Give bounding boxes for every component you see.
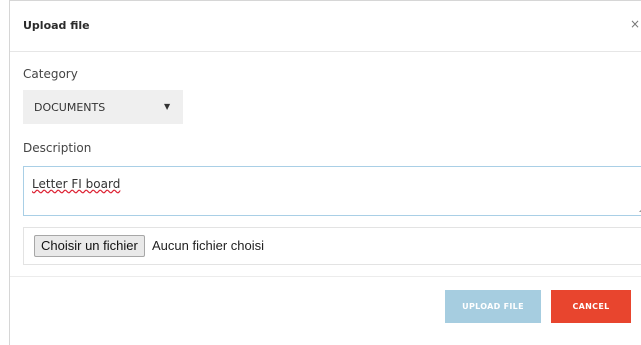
close-icon[interactable]: × <box>630 18 640 30</box>
file-status-text: Aucun fichier choisi <box>152 238 264 253</box>
footer-divider <box>10 276 641 277</box>
category-label: Category <box>23 67 78 81</box>
description-textarea[interactable]: Letter FI board ◢ <box>23 166 641 216</box>
chevron-down-icon: ▼ <box>164 102 171 111</box>
dialog-title: Upload file <box>23 19 90 32</box>
description-text: Letter FI board <box>32 177 121 191</box>
category-select[interactable]: DOCUMENTS ▼ <box>23 90 183 124</box>
dialog-header: Upload file × <box>10 1 641 52</box>
choose-file-button[interactable]: Choisir un fichier <box>34 235 145 257</box>
upload-file-button[interactable]: UPLOAD FILE <box>445 290 541 323</box>
cancel-button[interactable]: CANCEL <box>551 290 631 323</box>
category-selected-value: DOCUMENTS <box>34 101 106 114</box>
upload-file-dialog: Upload file × Category DOCUMENTS ▼ Descr… <box>9 0 641 345</box>
file-input: Choisir un fichier Aucun fichier choisi <box>23 227 641 265</box>
description-label: Description <box>23 141 92 155</box>
